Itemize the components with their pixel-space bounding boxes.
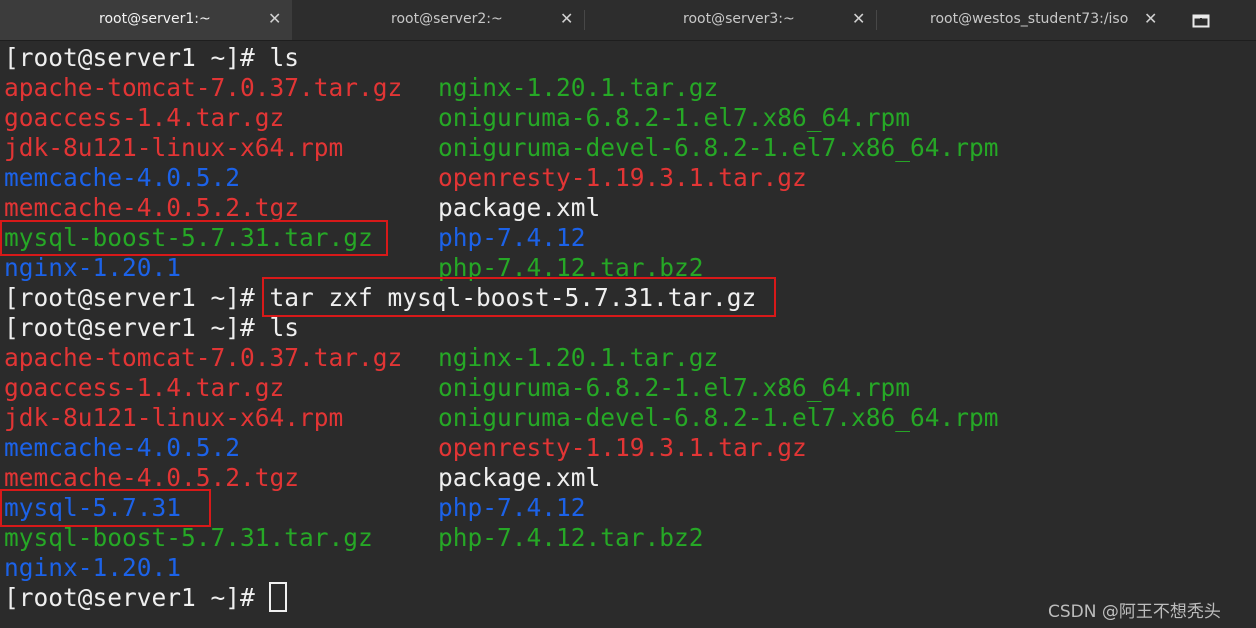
highlight-box: [0, 489, 211, 527]
shell-prompt: [root@server1 ~]#: [4, 583, 270, 612]
file-entry: oniguruma-devel-6.8.2-1.el7.x86_64.rpm: [438, 403, 999, 432]
listing-row: goaccess-1.4.tar.gz oniguruma-6.8.2-1.el7…: [4, 373, 910, 403]
directory-entry: nginx-1.20.1: [4, 553, 182, 582]
text-cursor: [269, 582, 287, 612]
new-tab-icon: [1192, 14, 1210, 28]
shell-prompt: [root@server1 ~]#: [4, 43, 270, 72]
listing-row: mysql-boost-5.7.31.tar.gz php-7.4.12.tar.…: [4, 523, 704, 553]
file-entry: openresty-1.19.3.1.tar.gz: [438, 163, 807, 192]
file-entry: memcache-4.0.5.2.tgz: [4, 463, 300, 492]
file-entry: nginx-1.20.1.tar.gz: [438, 73, 719, 102]
listing-row: nginx-1.20.1: [4, 553, 181, 583]
file-entry: php-7.4.12.tar.bz2: [438, 523, 704, 552]
directory-entry: php-7.4.12: [438, 493, 586, 522]
close-icon[interactable]: ✕: [1144, 9, 1157, 28]
file-entry: memcache-4.0.5.2.tgz: [4, 193, 300, 222]
tab-westos-student73[interactable]: root@westos_student73:/iso ✕: [876, 0, 1172, 40]
directory-entry: nginx-1.20.1: [4, 253, 182, 282]
file-entry: jdk-8u121-linux-x64.rpm: [4, 133, 344, 162]
listing-row: goaccess-1.4.tar.gz oniguruma-6.8.2-1.el7…: [4, 103, 910, 133]
file-entry: apache-tomcat-7.0.37.tar.gz: [4, 73, 403, 102]
listing-row: jdk-8u121-linux-x64.rpm oniguruma-devel-6…: [4, 133, 999, 163]
new-tab-button[interactable]: [1172, 0, 1256, 40]
directory-entry: memcache-4.0.5.2: [4, 433, 241, 462]
prompt-line: [root@server1 ~]# ls: [4, 313, 299, 343]
tab-server2[interactable]: root@server2:~ ✕: [292, 0, 584, 40]
file-entry: package.xml: [438, 193, 601, 222]
file-entry: jdk-8u121-linux-x64.rpm: [4, 403, 344, 432]
highlight-box: [0, 220, 388, 256]
terminal-output[interactable]: [root@server1 ~]# ls apache-tomcat-7.0.3…: [0, 41, 1256, 628]
tab-label: root@server1:~: [99, 11, 211, 27]
prompt-line: [root@server1 ~]# ls: [4, 43, 299, 73]
file-entry: openresty-1.19.3.1.tar.gz: [438, 433, 807, 462]
file-entry: goaccess-1.4.tar.gz: [4, 373, 285, 402]
file-entry: goaccess-1.4.tar.gz: [4, 103, 285, 132]
shell-prompt: [root@server1 ~]#: [4, 313, 270, 342]
listing-row: jdk-8u121-linux-x64.rpm oniguruma-devel-6…: [4, 403, 999, 433]
listing-row: memcache-4.0.5.2 openresty-1.19.3.1.tar.g…: [4, 163, 807, 193]
prompt-line: [root@server1 ~]#: [4, 583, 270, 613]
listing-row: nginx-1.20.1 php-7.4.12.tar.bz2: [4, 253, 704, 283]
command-text: ls: [269, 313, 300, 342]
listing-row: apache-tomcat-7.0.37.tar.gz nginx-1.20.1.…: [4, 73, 718, 103]
watermark: CSDN @阿王不想秃头: [1048, 602, 1221, 622]
file-entry: apache-tomcat-7.0.37.tar.gz: [4, 343, 403, 372]
tab-label: root@server3:~: [683, 11, 795, 27]
command-text: ls: [269, 43, 300, 72]
file-entry: oniguruma-devel-6.8.2-1.el7.x86_64.rpm: [438, 133, 999, 162]
listing-row: memcache-4.0.5.2 openresty-1.19.3.1.tar.g…: [4, 433, 807, 463]
listing-row: apache-tomcat-7.0.37.tar.gz nginx-1.20.1.…: [4, 343, 718, 373]
tab-server1[interactable]: root@server1:~ ✕: [0, 0, 292, 40]
file-entry: nginx-1.20.1.tar.gz: [438, 343, 719, 372]
tab-label: root@server2:~: [391, 11, 503, 27]
shell-prompt: [root@server1 ~]#: [4, 283, 270, 312]
close-icon[interactable]: ✕: [560, 9, 573, 28]
close-icon[interactable]: ✕: [852, 9, 865, 28]
highlight-box: [262, 277, 776, 317]
close-icon[interactable]: ✕: [268, 9, 281, 28]
directory-entry: php-7.4.12: [438, 223, 586, 252]
directory-entry: memcache-4.0.5.2: [4, 163, 241, 192]
tab-bar: root@server1:~ ✕ root@server2:~ ✕ root@s…: [0, 0, 1256, 41]
listing-row: memcache-4.0.5.2.tgz package.xml: [4, 193, 600, 223]
file-entry: oniguruma-6.8.2-1.el7.x86_64.rpm: [438, 103, 911, 132]
tab-server3[interactable]: root@server3:~ ✕: [584, 0, 876, 40]
tab-label: root@westos_student73:/iso: [930, 11, 1129, 27]
file-entry: package.xml: [438, 463, 601, 492]
file-entry: mysql-boost-5.7.31.tar.gz: [4, 523, 373, 552]
file-entry: oniguruma-6.8.2-1.el7.x86_64.rpm: [438, 373, 911, 402]
